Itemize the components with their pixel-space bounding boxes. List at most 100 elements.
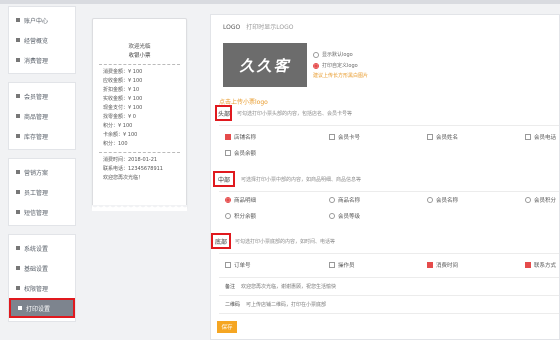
divider (219, 191, 559, 192)
foot-option-label: 联系方式 (534, 263, 557, 269)
settings-icon (16, 266, 20, 270)
middle-section-label: 中部 (218, 177, 231, 184)
print-icon (18, 306, 22, 310)
radio-selected-icon[interactable] (313, 62, 319, 69)
checkbox-checked-icon[interactable] (427, 262, 433, 268)
top-bar (0, 0, 560, 4)
foot-option-label: 订单号 (234, 263, 251, 269)
sidebar-item-label: 商品管理 (24, 113, 49, 121)
sidebar-item-label: 库存管理 (24, 133, 49, 141)
sidebar-item[interactable]: 员工管理 (9, 182, 75, 202)
head-option[interactable]: 店铺名称 (225, 133, 256, 141)
radio-icon[interactable] (525, 197, 531, 203)
middle-option[interactable]: 会员名称 (427, 196, 458, 204)
logo-option-default[interactable]: 显示默认logo (313, 49, 368, 60)
checkbox-icon[interactable] (225, 262, 231, 268)
sidebar-item[interactable]: 打印设置 (9, 298, 75, 318)
sidebar-item-label: 账户中心 (24, 17, 49, 25)
sidebar-group: 营销方案员工管理短信管理 (8, 158, 76, 226)
checkbox-icon[interactable] (329, 134, 335, 140)
logo-preview-image[interactable]: 久久客 (223, 43, 307, 87)
checkbox-icon[interactable] (427, 134, 433, 140)
lock-icon (16, 286, 20, 290)
radio-icon[interactable] (329, 197, 335, 203)
logo-label: LOGO 打印时显示LOGO (223, 22, 293, 31)
receipt-line: 卡余额：¥ 100 (103, 132, 138, 138)
head-option[interactable]: 会员卡号 (329, 133, 360, 141)
member-icon (16, 94, 20, 98)
sidebar-item-label: 系统设置 (24, 245, 49, 253)
sidebar-item[interactable]: 营销方案 (9, 162, 75, 182)
head-option-label: 会员电话 (534, 135, 557, 141)
logo-option-custom[interactable]: 打印自定义logo (313, 60, 368, 71)
head-section-label: 头部 (218, 111, 231, 118)
sidebar-item[interactable]: 基础设置 (9, 258, 75, 278)
foot-option[interactable]: 联系方式 (525, 261, 556, 269)
sidebar-item[interactable]: 消费管理 (9, 50, 75, 70)
sidebar-item[interactable]: 账户中心 (9, 10, 75, 30)
radio-selected-icon[interactable] (225, 197, 231, 203)
sidebar-group: 账户中心经营概览消费管理 (8, 6, 76, 74)
sidebar-item-label: 员工管理 (24, 189, 49, 197)
checkbox-icon[interactable] (329, 262, 335, 268)
checkbox-checked-icon[interactable] (525, 262, 531, 268)
middle-section-desc: 可选择打印小票中部的内容，如商品明细、商品信息等 (241, 177, 362, 183)
receipt-preview: 欢迎光临 收银小票 消费金额：¥ 100 应收金额：¥ 100 折扣金额：¥ 10 实… (92, 18, 187, 211)
middle-option[interactable]: 商品名称 (329, 196, 360, 204)
sidebar-group: 会员管理商品管理库存管理 (8, 82, 76, 150)
sidebar-item[interactable]: 短信管理 (9, 202, 75, 222)
print-settings-panel: LOGO 打印时显示LOGO 久久客 显示默认logo 打印自定义logo 建议上… (210, 14, 560, 340)
foot-option[interactable]: 消费时间 (427, 261, 458, 269)
head-option-label: 会员余额 (234, 151, 257, 157)
checkbox-checked-icon[interactable] (225, 134, 231, 140)
receipt-subtitle: 收银小票 (128, 53, 151, 59)
radio-icon[interactable] (225, 213, 231, 219)
remark-label: 备注 (225, 284, 236, 290)
sidebar-item[interactable]: 库存管理 (9, 126, 75, 146)
foot-section-desc: 可勾选打印小票底部的内容，如时间、电话等 (235, 239, 336, 245)
head-option[interactable]: 会员姓名 (427, 133, 458, 141)
save-button[interactable]: 保存 (217, 321, 237, 333)
middle-option-label: 会员等级 (338, 214, 361, 220)
foot-option[interactable]: 操作员 (329, 261, 355, 269)
sidebar: 账户中心经营概览消费管理会员管理商品管理库存管理营销方案员工管理短信管理系统设置… (8, 6, 76, 340)
sidebar-item[interactable]: 系统设置 (9, 238, 75, 258)
remark-row[interactable]: 备注 欢迎您再次光临，谢谢惠顾，祝您生活愉快 (225, 283, 336, 290)
qrcode-value[interactable]: 可上传店铺二维码，打印在小票底部 (246, 302, 326, 308)
receipt-footer-line: 联系电话：12345678911 (103, 166, 163, 172)
qrcode-label: 二维码 (225, 302, 241, 308)
remark-value[interactable]: 欢迎您再次光临，谢谢惠顾，祝您生活愉快 (241, 284, 336, 290)
receipt-line: 现金支付：¥ 100 (103, 105, 143, 111)
checkbox-icon[interactable] (225, 150, 231, 156)
logo-hint: 建议上传长方形黑白图片 (313, 73, 369, 79)
middle-option[interactable]: 商品明细 (225, 196, 256, 204)
head-option-label: 店铺名称 (234, 135, 257, 141)
sidebar-item-label: 权限管理 (24, 285, 49, 293)
staff-icon (16, 190, 20, 194)
head-option[interactable]: 会员余额 (225, 149, 256, 157)
receipt-line: 消费金额：¥ 100 (103, 69, 143, 75)
sidebar-item[interactable]: 商品管理 (9, 106, 75, 126)
receipt-torn-edge (92, 205, 187, 211)
radio-icon[interactable] (313, 51, 319, 58)
sidebar-item[interactable]: 权限管理 (9, 278, 75, 298)
foot-section-label: 底部 (215, 239, 228, 246)
middle-option[interactable]: 积分余额 (225, 212, 256, 220)
sidebar-item[interactable]: 经营概览 (9, 30, 75, 50)
sidebar-item[interactable]: 会员管理 (9, 86, 75, 106)
middle-option-label: 会员名称 (436, 198, 459, 204)
foot-option[interactable]: 订单号 (225, 261, 251, 269)
logo-option-label: 打印自定义logo (322, 63, 358, 69)
sidebar-item-label: 经营概览 (24, 37, 49, 45)
divider (219, 313, 559, 314)
head-option[interactable]: 会员电话 (525, 133, 556, 141)
radio-icon[interactable] (427, 197, 433, 203)
checkbox-icon[interactable] (525, 134, 531, 140)
radio-icon[interactable] (329, 213, 335, 219)
middle-option[interactable]: 会员积分 (525, 196, 556, 204)
receipt-footer-line: 消费时间：2018-01-21 (103, 157, 158, 163)
qrcode-row[interactable]: 二维码 可上传店铺二维码，打印在小票底部 (225, 301, 326, 308)
middle-option[interactable]: 会员等级 (329, 212, 360, 220)
sidebar-item-label: 会员管理 (24, 93, 49, 101)
chart-icon (16, 38, 20, 42)
